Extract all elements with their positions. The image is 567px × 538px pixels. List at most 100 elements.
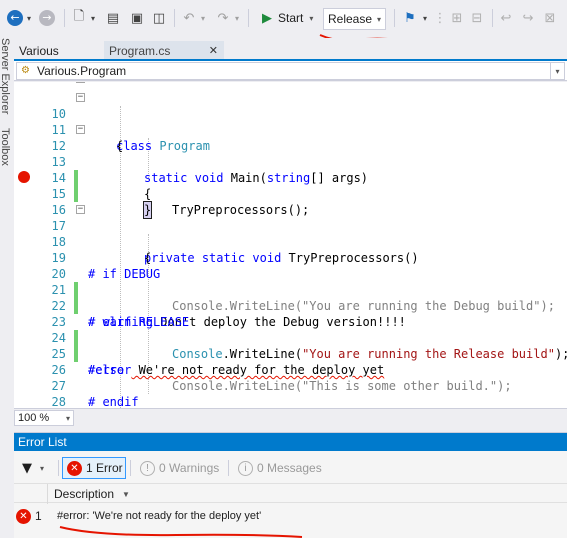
error-list-title: Error List [18,435,67,449]
toolbar-divider [64,9,65,27]
code-line: 24 #error We're not ready for the deploy… [40,314,567,377]
error-list-column-header: Description ▼ [14,483,567,504]
previous-bookmark-button[interactable]: ↩ [497,9,515,27]
code-line: 16 [40,186,567,217]
indent-button[interactable]: ⋮ [432,9,448,27]
breakpoint-icon[interactable] [18,171,30,183]
fold-icon[interactable]: − [76,82,85,83]
error-row-number: 1 [35,509,42,523]
description-column-label: Description [54,487,115,501]
redo-button[interactable]: ↷ [214,9,232,27]
navigate-forward-icon: → [39,10,55,26]
code-line: 13 { [40,138,567,201]
code-line: 15 } [40,170,567,219]
error-list-panel: Error List ▼ ▾ ✕ 1 Error ! 0 Warnings i … [14,432,567,538]
undo-icon: ↶ [183,10,195,26]
indent-icon: ⋮ [433,10,447,26]
server-explorer-tab[interactable]: Server Explorer [0,38,11,114]
chevron-down-icon[interactable]: ▾ [199,9,207,27]
navigate-back-icon: ← [7,10,23,26]
glyph-margin[interactable] [14,82,40,408]
code-editor[interactable]: − 10 − class Program 11 { 12 − static vo… [14,82,567,408]
clear-bookmarks-button[interactable]: ⊠ [541,9,559,27]
code-line: − [40,82,567,89]
error-list-title-bar[interactable]: Error List [14,433,567,451]
uncomment-button[interactable]: ⊟ [468,9,486,27]
code-line: 28 } [40,378,567,408]
errors-toggle[interactable]: ✕ 1 Error [62,457,126,479]
open-file-button[interactable]: ▤ [104,9,122,27]
info-icon: i [238,460,253,476]
messages-toggle[interactable]: i 0 Messages [234,457,334,479]
navigate-forward-button[interactable]: → [38,9,56,27]
messages-toggle-label: 0 Messages [257,461,322,475]
class-dropdown[interactable]: ⚙ Various.Program ▾ [16,62,565,80]
errors-toggle-label: 1 Error [86,461,123,475]
close-icon[interactable]: ✕ [209,44,218,57]
description-column-header[interactable]: Description ▼ [54,487,130,501]
fold-icon[interactable]: − [76,125,85,134]
code-line: 29 [40,394,567,408]
bookmark-next-icon: ↪ [522,10,534,26]
tab-label: Program.cs [109,43,171,58]
redo-icon: ↷ [217,10,229,26]
chevron-down-icon: ▾ [550,63,564,79]
tab-various[interactable]: Various [14,41,100,60]
toolbar-divider [248,9,249,27]
warnings-toggle[interactable]: ! 0 Warnings [136,457,226,479]
play-icon: ▶ [262,10,272,26]
toolbar-divider [394,9,395,27]
save-icon: ▣ [130,10,144,26]
save-all-icon: ◫ [152,10,166,26]
save-button[interactable]: ▣ [128,9,146,27]
fold-icon[interactable]: − [76,205,85,214]
code-line: 11 { [40,106,567,153]
chevron-down-icon[interactable]: ▾ [89,9,97,27]
uncomment-icon: ⊟ [471,10,483,26]
annotation-underline [59,526,303,538]
find-in-files-button[interactable]: ⚑ [400,9,420,27]
side-tool-strip: Server Explorer Toolbox [0,36,14,408]
new-project-button[interactable]: 🗋 [70,9,88,27]
chevron-down-icon: ▾ [40,463,45,473]
code-line: 26 Console.WriteLine("This is some other… [40,346,567,393]
undo-button[interactable]: ↶ [180,9,198,27]
toolbox-tab[interactable]: Toolbox [0,128,11,166]
tab-program-cs[interactable]: Program.cs ✕ [104,41,224,60]
document-tabs: Various Program.cs ✕ [14,38,567,60]
solution-configuration-select[interactable]: Release ▾ [323,8,386,30]
error-list-row[interactable]: ✕ 1 #error: 'We're not ready for the dep… [14,506,567,526]
class-icon: ⚙ [21,65,30,76]
filter-button[interactable]: ▼ ▾ [22,457,56,479]
code-line: 18 { [40,218,567,265]
tab-label: Various [19,43,59,58]
code-line: 23 Console.WriteLine("You are running th… [40,298,567,361]
navigation-bar: ⚙ Various.Program ▾ [14,61,567,81]
comment-icon: ⊞ [451,10,463,26]
comment-button[interactable]: ⊞ [448,9,466,27]
zoom-value: 100 % [18,412,50,424]
code-line: 25 #else [40,330,567,377]
chevron-down-icon: ▾ [309,13,314,23]
start-debugging-button[interactable]: ▶ Start ▾ [258,8,318,28]
code-line: 10 − class Program [40,90,567,154]
fold-icon[interactable]: − [76,93,85,102]
code-line: 19 # if DEBUG [40,234,567,281]
open-file-icon: ▤ [106,10,120,26]
class-dropdown-value: Various.Program [37,64,127,78]
chevron-down-icon[interactable]: ▾ [421,9,429,27]
chevron-down-icon[interactable]: ▾ [25,9,33,27]
next-bookmark-button[interactable]: ↪ [519,9,537,27]
chevron-down-icon[interactable]: ▾ [233,9,241,27]
toolbar-divider [174,9,175,27]
code-line: 12 − static void Main(string[] args) [40,122,567,186]
bookmark-previous-icon: ↩ [500,10,512,26]
column-divider [47,484,48,504]
filter-icon: ▼ [22,460,32,476]
toolbar-divider [492,9,493,27]
zoom-dropdown[interactable]: 100 % ▾ [14,410,74,426]
save-all-button[interactable]: ◫ [150,9,168,27]
toolbar-divider [228,460,229,476]
navigate-back-button[interactable]: ← [6,9,24,27]
error-row-description: #error: 'We're not ready for the deploy … [57,510,262,522]
